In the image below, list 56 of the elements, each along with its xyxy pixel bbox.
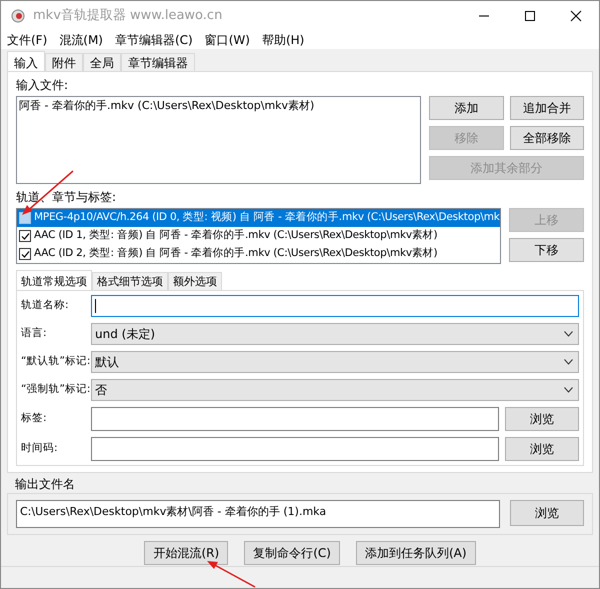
input-field[interactable] — [91, 295, 579, 317]
dropdown[interactable]: 默认 — [91, 351, 579, 373]
move-button[interactable]: 下移 — [508, 238, 584, 262]
section-label: 输入文件: — [16, 77, 70, 94]
menu-item[interactable]: 混流(M) — [53, 31, 109, 49]
window-title: mkv音轨提取器 www.leawo.cn — [33, 7, 222, 26]
field-label: 轨道名称: — [21, 298, 70, 314]
dropdown[interactable]: und (未定) — [91, 323, 579, 345]
section-label: 输出文件名 — [15, 476, 76, 493]
track-list[interactable] — [16, 208, 501, 264]
field-label: “默认轨”标记: — [21, 354, 89, 370]
tab[interactable]: 全局 — [83, 53, 121, 71]
track-text: AAC (ID 1, 类型: 音频) 自 阿香 - 牵着你的手.mkv (C:\Users\Rex\Desktop\mkv素材) — [34, 228, 438, 244]
tab[interactable]: 输入 — [7, 51, 45, 71]
track-item[interactable]: MPEG-4p10/AVC/h.264 (ID 0, 类型: 视频) 自 阿香 - 牵着你的手.mkv (C:\Users\Rex\Desktop\mk — [17, 209, 500, 227]
menu-item[interactable]: 文件(F) — [1, 31, 54, 49]
field-label: 时间码: — [21, 441, 59, 456]
track-item[interactable]: AAC (ID 1, 类型: 音频) 自 阿香 - 牵着你的手.mkv (C:\Users\Rex\Desktop\mkv素材) — [17, 227, 500, 245]
annotation-arrow — [205, 559, 257, 588]
action-button[interactable]: 开始混流(R) — [144, 541, 228, 565]
tab[interactable]: 轨道常规选项 — [16, 270, 92, 290]
tab[interactable]: 章节编辑器 — [121, 53, 195, 71]
text-cursor — [95, 299, 96, 313]
action-button[interactable]: 复制命令行(C) — [244, 541, 340, 565]
input-button[interactable]: 添加 — [429, 96, 504, 120]
app-icon — [11, 9, 25, 23]
section-label: 轨道、章节与标签: — [16, 189, 118, 206]
browse-button[interactable]: 浏览 — [510, 500, 584, 526]
file-list[interactable]: 阿香 - 牵着你的手.mkv (C:\Users\Rex\Desktop\mkv素材) — [16, 96, 422, 184]
input-button[interactable]: 全部移除 — [510, 126, 584, 150]
menu-item[interactable]: 章节编辑器(C) — [108, 31, 199, 49]
tab[interactable]: 附件 — [45, 53, 83, 71]
input-field[interactable] — [91, 407, 499, 431]
chevron-down-icon — [564, 331, 573, 337]
dropdown[interactable]: 否 — [91, 379, 579, 401]
track-item[interactable]: AAC (ID 2, 类型: 音频) 自 阿香 - 牵着你的手.mkv (C:\Users\Rex\Desktop\mkv素材) — [17, 245, 500, 263]
menu-item[interactable]: 帮助(H) — [256, 31, 310, 49]
chevron-down-icon — [564, 359, 573, 365]
track-text: AAC (ID 2, 类型: 音频) 自 阿香 - 牵着你的手.mkv (C:\Users\Rex\Desktop\mkv素材) — [34, 246, 438, 262]
browse-button[interactable]: 浏览 — [505, 437, 579, 461]
output-field[interactable]: C:\Users\Rex\Desktop\mkv素材\阿香 - 牵着你的手 (1).mka — [16, 500, 500, 528]
checkbox[interactable] — [19, 248, 31, 260]
tab[interactable]: 格式细节选项 — [92, 272, 168, 290]
field-label: 语言: — [21, 326, 48, 342]
browse-button[interactable]: 浏览 — [505, 407, 579, 431]
file-list-item[interactable]: 阿香 - 牵着你的手.mkv (C:\Users\Rex\Desktop\mkv素材) — [19, 98, 418, 114]
input-button[interactable]: 追加合并 — [510, 96, 584, 120]
menu-item[interactable]: 窗口(W) — [198, 31, 256, 49]
checkbox[interactable] — [19, 230, 31, 242]
tab[interactable]: 额外选项 — [168, 272, 222, 290]
action-button[interactable]: 添加到任务队列(A) — [356, 541, 476, 565]
track-text: MPEG-4p10/AVC/h.264 (ID 0, 类型: 视频) 自 阿香 - 牵着你的手.mkv (C:\Users\Rex\Desktop\mk — [34, 210, 500, 226]
input-field[interactable] — [91, 437, 499, 461]
field-label: 标签: — [21, 411, 48, 426]
field-label: “强制轨”标记: — [21, 382, 89, 398]
chevron-down-icon — [564, 387, 573, 393]
